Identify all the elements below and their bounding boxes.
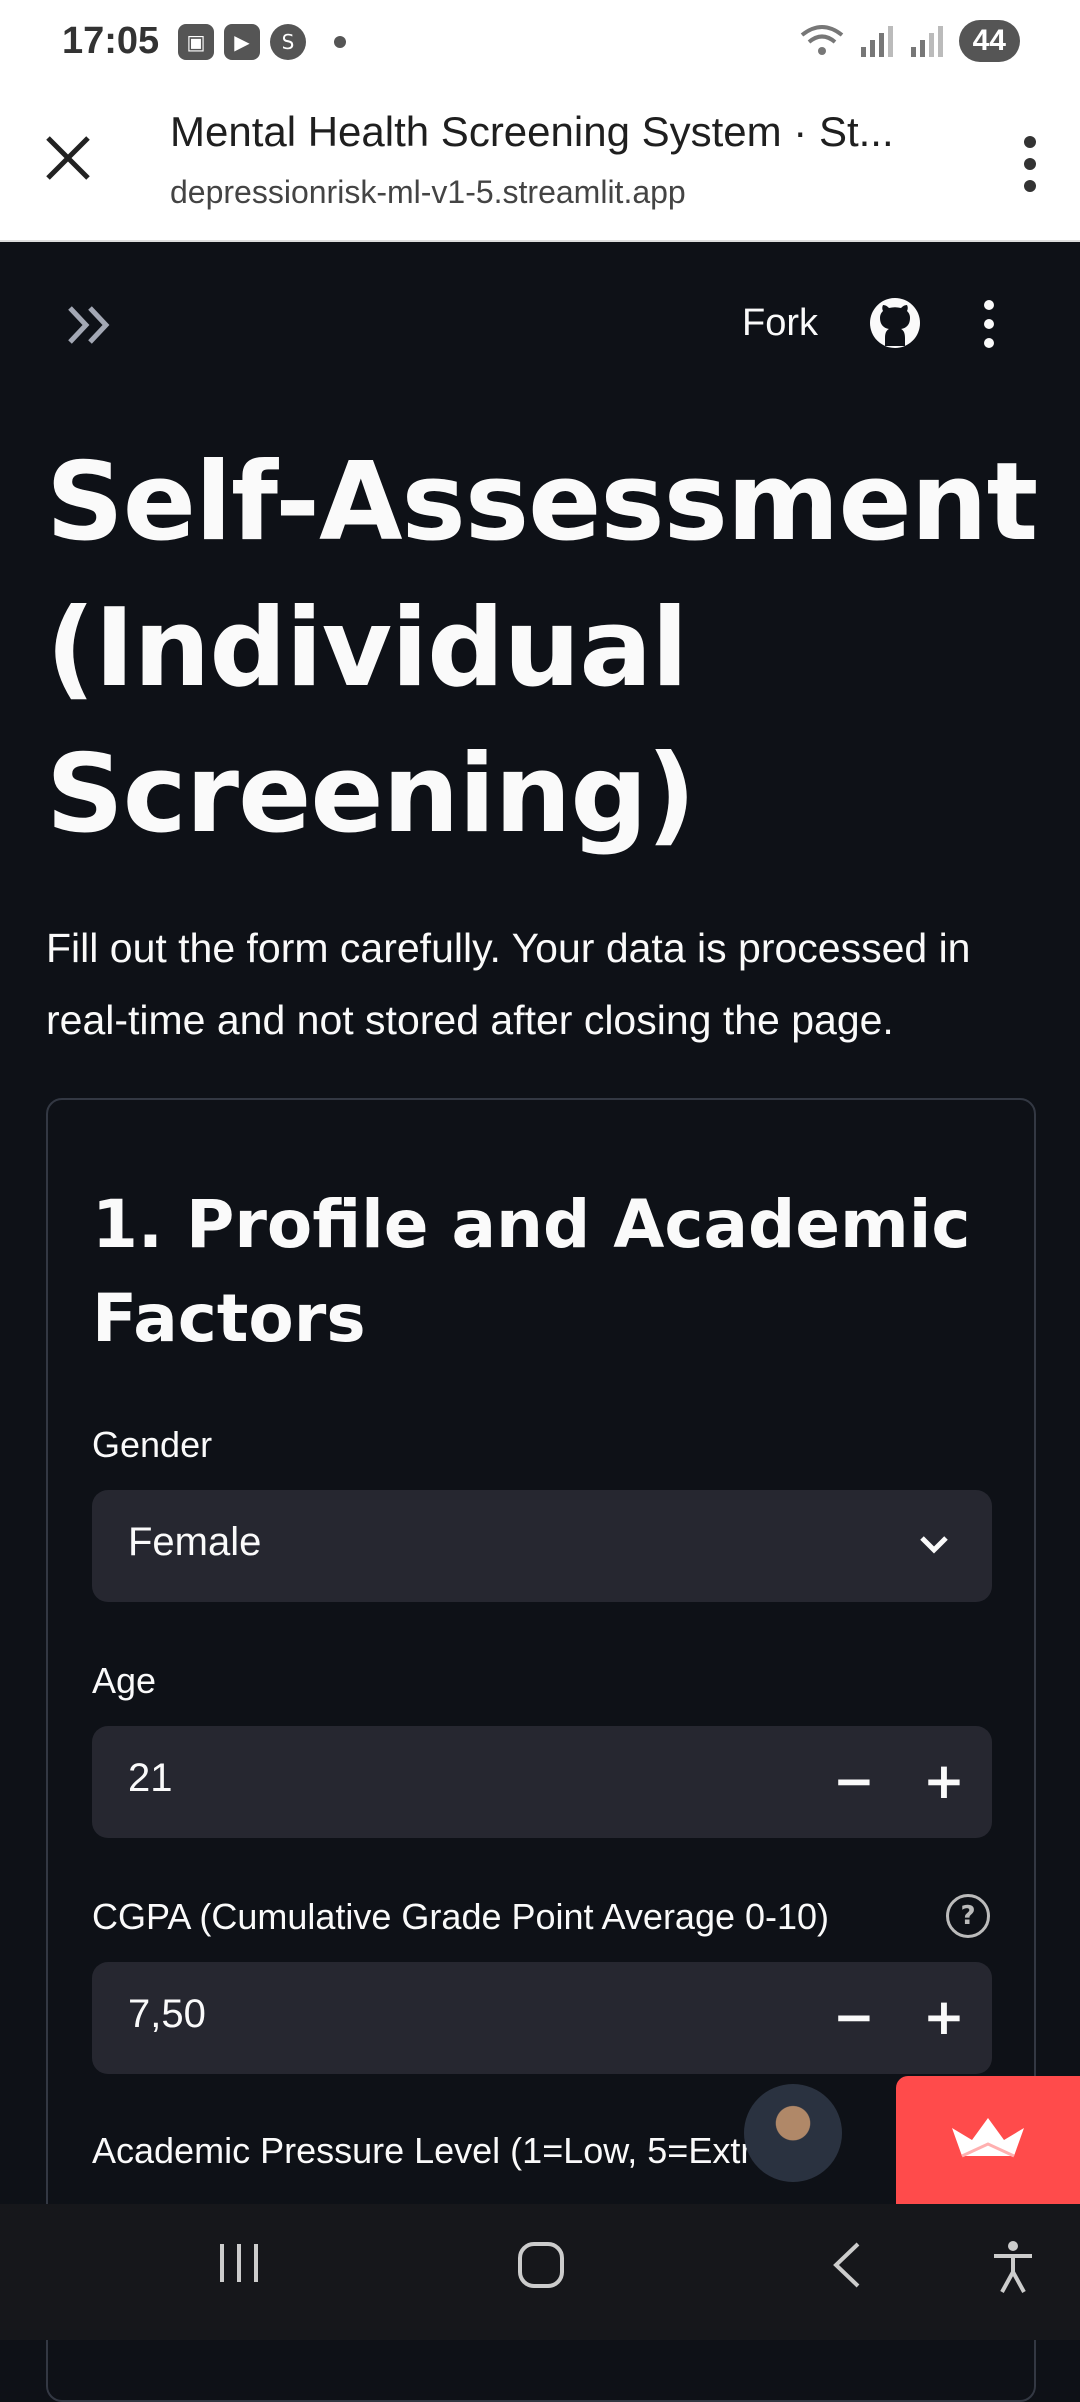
section-title: 1. Profile and Academic Factors — [92, 1186, 971, 1357]
signal-icon — [910, 26, 943, 57]
intro-text: Fill out the form carefully. Your data i… — [46, 925, 971, 1043]
streamlit-badge[interactable] — [896, 2076, 1080, 2204]
close-icon[interactable] — [40, 130, 96, 186]
back-icon[interactable] — [828, 2240, 868, 2290]
status-bar: 17:05 ▣ ▶ S 44 — [0, 0, 1080, 88]
streamlit-crown-icon — [952, 2118, 1024, 2158]
age-label: Age — [92, 1660, 157, 1701]
status-time: 17:05 — [62, 20, 160, 62]
app-header: Fork — [0, 240, 1080, 410]
more-vert-icon[interactable] — [980, 298, 998, 350]
notification-dot — [334, 36, 346, 48]
signal-icon — [860, 26, 893, 57]
wifi-icon — [800, 25, 843, 55]
more-vert-icon[interactable] — [1020, 134, 1040, 194]
home-icon[interactable] — [516, 2240, 566, 2290]
youtube-icon: ▶ — [224, 24, 260, 60]
pressure-label: Academic Pressure Level (1=Low, 5=Extre — [92, 2130, 773, 2171]
browser-title: Mental Health Screening System · St... — [170, 108, 894, 155]
cgpa-value: 7,50 — [128, 1992, 206, 2036]
s-app-icon: S — [270, 24, 306, 60]
avatar[interactable] — [744, 2084, 842, 2182]
cgpa-decrement-button[interactable]: − — [824, 1988, 884, 2048]
age-decrement-button[interactable]: − — [824, 1752, 884, 1812]
browser-url[interactable]: depressionrisk-ml-v1-5.streamlit.app — [170, 174, 686, 211]
age-value: 21 — [128, 1756, 173, 1800]
accessibility-icon[interactable] — [990, 2240, 1036, 2294]
expand-sidebar-icon[interactable] — [64, 302, 114, 348]
page-title: Self-Assessment (Individual Screening) — [46, 440, 1038, 857]
cgpa-input[interactable]: 7,50 − + — [92, 1962, 992, 2074]
system-nav-bar — [0, 2204, 1080, 2340]
help-icon[interactable]: ? — [946, 1894, 990, 1938]
gender-value: Female — [128, 1520, 262, 1564]
browser-header: Mental Health Screening System · St... d… — [0, 88, 1080, 242]
gender-label: Gender — [92, 1424, 213, 1465]
cgpa-label: CGPA (Cumulative Grade Point Average 0-1… — [92, 1896, 830, 1937]
gender-select[interactable]: Female — [92, 1490, 992, 1602]
age-input[interactable]: 21 − + — [92, 1726, 992, 1838]
github-icon[interactable] — [868, 296, 922, 350]
cgpa-increment-button[interactable]: + — [914, 1988, 974, 2048]
battery-level: 44 — [958, 20, 1020, 62]
age-increment-button[interactable]: + — [914, 1752, 974, 1812]
chevron-down-icon — [920, 1536, 948, 1554]
recent-apps-icon[interactable] — [216, 2240, 262, 2286]
screenshot-icon: ▣ — [178, 24, 214, 60]
fork-button[interactable]: Fork — [742, 302, 818, 345]
